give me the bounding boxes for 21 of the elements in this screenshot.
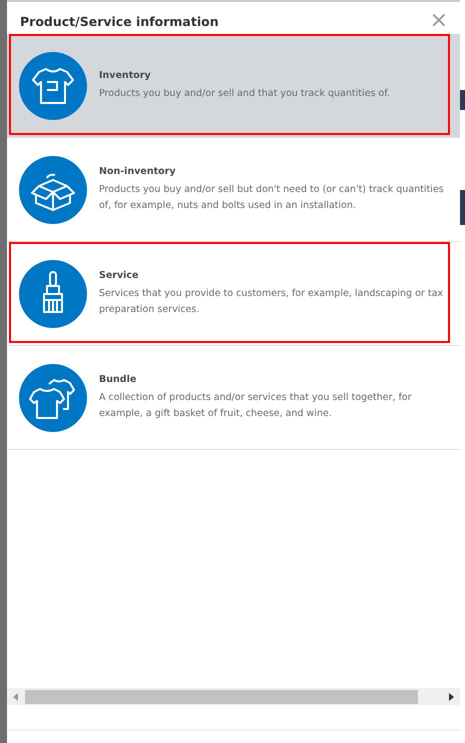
- shirt-icon: [19, 52, 87, 120]
- shirts-icon: [19, 364, 87, 432]
- item-type-option[interactable]: Service Services that you provide to customers, for example, landscaping or tax preparation services.: [7, 242, 460, 346]
- option-description: Products you buy and/or sell but don't need to (or can't) track quantities of, for example, nuts and bolts used in an installation.: [99, 182, 445, 212]
- option-description: A collection of products and/or services that you sell together, for example, a gift basket of fruit, cheese, and wine.: [99, 390, 413, 420]
- option-description: Services that you provide to customers, for example, landscaping or tax preparation services.: [99, 286, 444, 316]
- option-title: Non-inventory: [99, 166, 177, 176]
- option-title: Inventory: [99, 70, 152, 80]
- item-type-option[interactable]: Non-inventory Products you buy and/or sell but don't need to (or can't) track quantities of, for example, nuts and bolts used in an installation.: [7, 138, 460, 242]
- horizontal-scrollbar[interactable]: [7, 688, 460, 705]
- paintbrush-icon: [19, 260, 87, 328]
- item-type-option[interactable]: Inventory Products you buy and/or sell and that you track quantities of.: [7, 34, 460, 138]
- box-icon: [19, 156, 87, 224]
- scroll-left-icon[interactable]: [13, 692, 19, 700]
- scrollbar-thumb[interactable]: [25, 690, 418, 704]
- dialog-title: Product/Service information: [20, 14, 219, 28]
- item-type-option[interactable]: Bundle A collection of products and/or services that you sell together, for example, a gift basket of fruit, cheese, and wine.: [7, 346, 460, 450]
- option-title: Service: [99, 270, 140, 280]
- scroll-right-icon[interactable]: [448, 692, 454, 700]
- option-title: Bundle: [99, 374, 138, 384]
- option-description: Products you buy and/or sell and that you track quantities of.: [99, 86, 390, 100]
